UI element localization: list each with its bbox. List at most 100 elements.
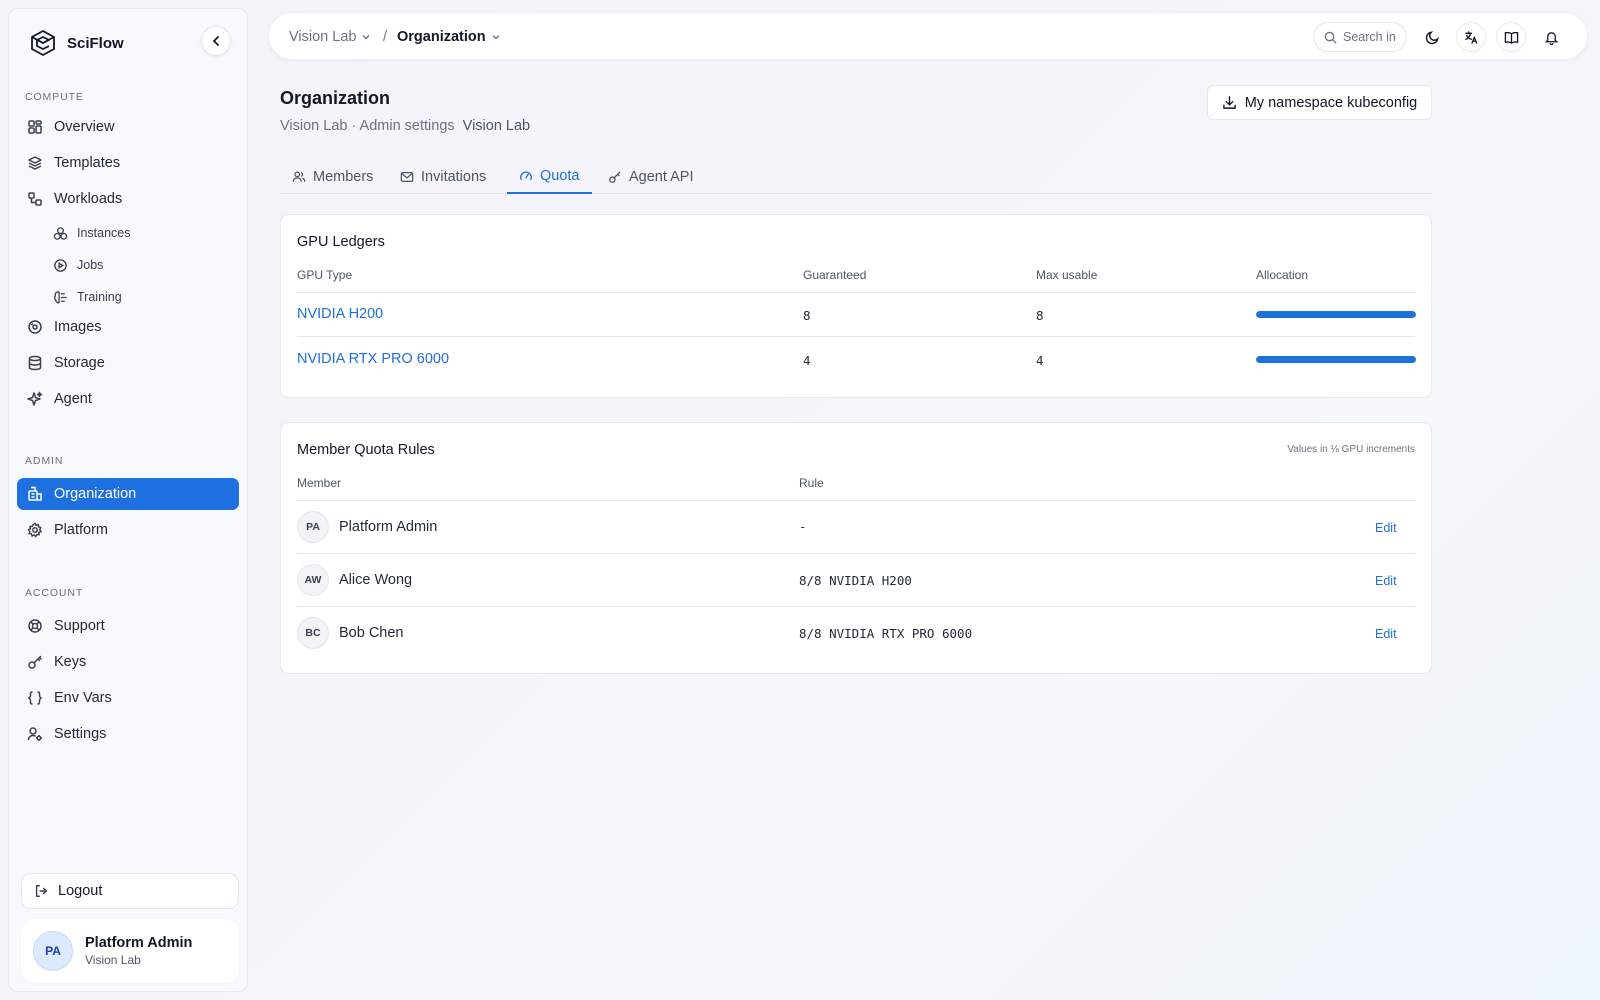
book-open-icon <box>1504 31 1518 44</box>
row-divider <box>297 553 1415 554</box>
workflow-icon <box>28 192 42 206</box>
breadcrumb-org-label: Vision Lab <box>289 29 357 45</box>
sidebar-item-images[interactable]: Images <box>17 311 239 343</box>
logout-icon <box>35 885 47 897</box>
sidebar-item-label: Settings <box>54 726 107 742</box>
sidebar-item-env-vars[interactable]: Env Vars <box>17 682 239 714</box>
app-name: SciFlow <box>67 34 124 52</box>
tab-members[interactable]: Members <box>280 160 385 194</box>
play-circle-icon <box>54 258 67 272</box>
page-title: Organization <box>280 88 391 108</box>
quota-rules-title: Member Quota Rules <box>297 442 435 458</box>
section-label-admin: ADMIN <box>25 455 64 467</box>
disc-icon <box>28 320 42 334</box>
sidebar-item-label: Platform <box>54 522 108 538</box>
sidebar-item-keys[interactable]: Keys <box>17 646 239 678</box>
sparkles-icon <box>27 391 43 406</box>
guaranteed-value: 4 <box>803 353 811 368</box>
row-divider <box>297 336 1415 337</box>
page-subtitle: Vision Lab · Admin settings Vision Lab <box>280 118 530 134</box>
bell-icon <box>1544 31 1558 45</box>
user-name: Platform Admin <box>85 935 193 951</box>
chevron-down-icon <box>492 35 500 40</box>
page-subtitle-text: Vision Lab · Admin settings <box>280 118 455 134</box>
sidebar-item-jobs[interactable]: Jobs <box>43 251 239 279</box>
braces-icon <box>27 691 43 705</box>
database-icon <box>28 355 42 371</box>
mail-icon <box>400 172 414 182</box>
logout-label: Logout <box>58 883 103 899</box>
sidebar-item-workloads[interactable]: Workloads <box>17 183 239 215</box>
edit-rule-button[interactable]: Edit <box>1375 574 1397 588</box>
sidebar-item-support[interactable]: Support <box>17 610 239 642</box>
chevron-left-icon <box>212 36 219 46</box>
sidebar-item-label: Env Vars <box>54 690 112 706</box>
notifications-button[interactable] <box>1536 22 1566 52</box>
sidebar-item-organization[interactable]: Organization <box>17 478 239 510</box>
avatar: PA <box>297 511 329 543</box>
sidebar-item-training[interactable]: Training <box>43 283 239 311</box>
gear-icon <box>27 522 43 538</box>
gauge-icon <box>520 171 532 181</box>
breadcrumb-separator: / <box>383 29 388 45</box>
sidebar-item-label: Instances <box>77 226 131 240</box>
download-icon <box>1222 96 1236 109</box>
avatar: BC <box>297 617 329 649</box>
user-card[interactable]: PA Platform Admin Vision Lab <box>21 919 239 983</box>
member-name: Bob Chen <box>339 625 404 641</box>
allocation-bar <box>1256 356 1416 363</box>
column-header-guaranteed: Guaranteed <box>803 268 867 282</box>
logout-button[interactable]: Logout <box>21 873 239 909</box>
section-label-compute: COMPUTE <box>25 91 84 103</box>
chevron-down-icon <box>362 35 370 40</box>
docs-button[interactable] <box>1496 22 1526 52</box>
column-header-member: Member <box>297 476 342 490</box>
gpu-link-h200[interactable]: NVIDIA H200 <box>297 306 383 322</box>
section-label-account: ACCOUNT <box>25 587 84 599</box>
breadcrumb-org[interactable]: Vision Lab <box>289 13 371 61</box>
column-header-allocation: Allocation <box>1256 268 1309 282</box>
layers-icon <box>28 156 42 170</box>
breadcrumb-page[interactable]: Organization <box>397 13 501 61</box>
sidebar-item-overview[interactable]: Overview <box>17 111 239 143</box>
tab-quota[interactable]: Quota <box>507 160 592 194</box>
sidebar-item-instances[interactable]: Instances <box>43 219 239 247</box>
collapse-sidebar-button[interactable] <box>201 26 231 56</box>
sciflow-logo-icon <box>31 30 55 56</box>
moon-icon <box>1425 30 1439 44</box>
member-quota-rules-card: Member Quota Rules Values in ⅛ GPU incre… <box>280 422 1432 674</box>
sidebar-item-label: Templates <box>54 155 121 171</box>
max-usable-value: 4 <box>1036 353 1044 368</box>
edit-rule-button[interactable]: Edit <box>1375 627 1397 641</box>
tab-invitations[interactable]: Invitations <box>388 160 498 194</box>
sidebar-item-agent[interactable]: Agent <box>17 383 239 415</box>
tab-agent-api[interactable]: Agent API <box>596 160 706 194</box>
language-button[interactable] <box>1456 22 1486 52</box>
guaranteed-value: 8 <box>803 308 811 323</box>
sidebar-item-label: Workloads <box>54 191 123 207</box>
sidebar-item-templates[interactable]: Templates <box>17 147 239 179</box>
sidebar-item-settings[interactable]: Settings <box>17 718 239 750</box>
users-icon <box>292 171 306 182</box>
download-kubeconfig-button[interactable]: My namespace kubeconfig <box>1207 85 1432 120</box>
sidebar-item-label: Agent <box>54 391 92 407</box>
search-input[interactable] <box>1343 30 1403 44</box>
column-header-max-usable: Max usable <box>1036 268 1098 282</box>
sidebar-item-label: Jobs <box>77 258 104 272</box>
tab-label: Quota <box>540 168 580 184</box>
breadcrumb-page-label: Organization <box>397 29 486 45</box>
quota-rule: 8/8 NVIDIA RTX PRO 6000 <box>799 626 973 641</box>
key-icon <box>28 655 42 669</box>
tab-bar: Members Invitations Quota Agent API <box>280 160 1432 194</box>
grid-icon <box>28 120 42 134</box>
sidebar-item-platform[interactable]: Platform <box>17 514 239 546</box>
gpu-link-rtx-pro-6000[interactable]: NVIDIA RTX PRO 6000 <box>297 351 449 367</box>
theme-toggle-button[interactable] <box>1417 22 1447 52</box>
member-name: Platform Admin <box>339 519 438 535</box>
brand[interactable]: SciFlow <box>29 29 124 57</box>
edit-rule-button[interactable]: Edit <box>1375 521 1397 535</box>
sidebar-item-storage[interactable]: Storage <box>17 347 239 379</box>
search-box[interactable] <box>1313 22 1407 52</box>
avatar: PA <box>33 931 73 971</box>
avatar: AW <box>297 564 329 596</box>
